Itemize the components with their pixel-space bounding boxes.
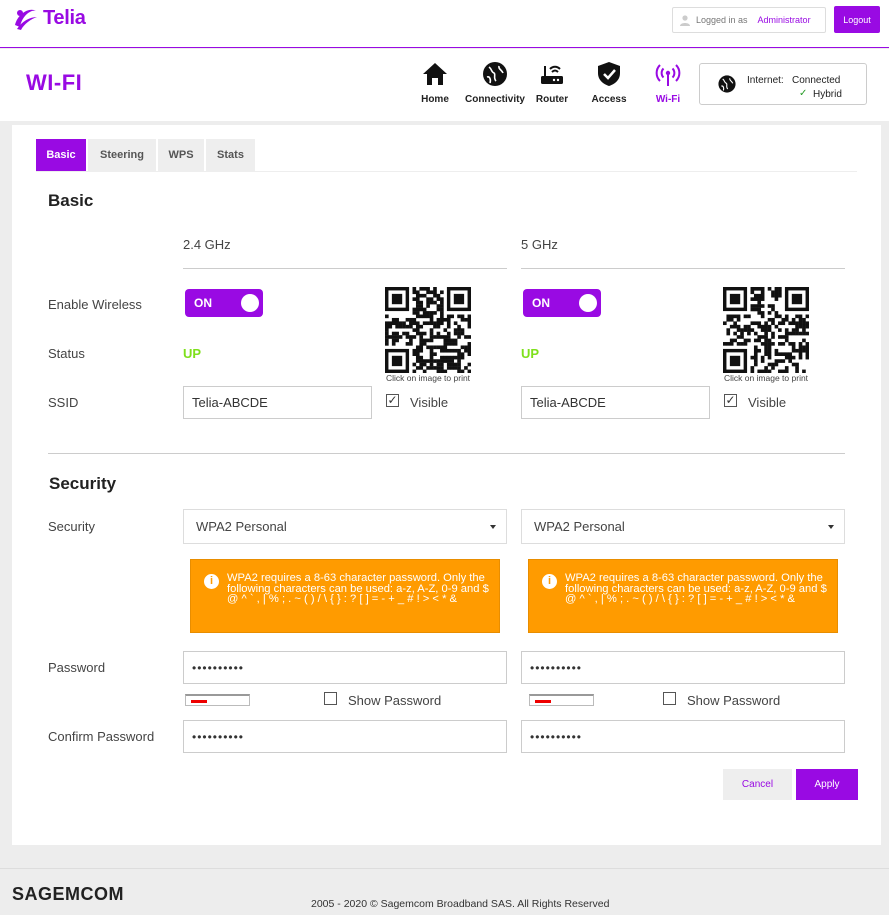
logged-in-label: Logged in as	[696, 15, 748, 25]
strength-fill	[191, 700, 207, 703]
status-value-5: UP	[521, 346, 540, 361]
shield-icon	[598, 62, 620, 86]
nav-wifi-label: Wi-Fi	[655, 94, 681, 105]
nav-access[interactable]: Access	[586, 60, 632, 110]
qr-caption-24: Click on image to print	[385, 373, 471, 383]
confirm-password-input-24[interactable]: ••••••••••	[183, 720, 507, 753]
nav-connectivity[interactable]: Connectivity	[462, 60, 528, 110]
home-icon	[423, 63, 447, 85]
nav-home[interactable]: Home	[410, 60, 460, 110]
telia-logo-icon	[15, 9, 37, 30]
ssid-input-24[interactable]: Telia-ABCDE	[183, 386, 372, 419]
telia-logo[interactable]: Telia	[12, 5, 86, 32]
footer-divider	[0, 868, 889, 869]
warning-text: WPA2 requires a 8-63 character password.…	[565, 572, 827, 605]
wifi-icon	[655, 64, 681, 86]
show-password-checkbox-5[interactable]	[663, 692, 676, 705]
confirm-password-input-5[interactable]: ••••••••••	[521, 720, 845, 753]
internet-status: Internet: Connected ✓ Hybrid	[699, 63, 867, 105]
toggle-knob	[579, 294, 597, 312]
visible-checkbox-24[interactable]: ✓	[386, 394, 399, 407]
enable-wireless-label: Enable Wireless	[48, 297, 142, 312]
ssid-input-5[interactable]: Telia-ABCDE	[521, 386, 710, 419]
apply-button[interactable]: Apply	[796, 769, 858, 800]
status-label: Status	[48, 346, 85, 361]
caret-down-icon	[828, 525, 834, 529]
visible-checkbox-5[interactable]: ✓	[724, 394, 737, 407]
nav-connectivity-label: Connectivity	[464, 94, 525, 105]
password-warning-5: i WPA2 requires a 8-63 character passwor…	[528, 559, 838, 633]
user-icon	[680, 15, 690, 26]
show-password-label-5: Show Password	[687, 693, 781, 708]
show-password-checkbox-24[interactable]	[324, 692, 337, 705]
visible-label-24: Visible	[410, 395, 449, 410]
internet-label: Internet:	[747, 75, 784, 86]
login-status: Logged in as Administrator	[672, 7, 826, 33]
strength-fill	[535, 700, 551, 703]
cancel-button[interactable]: Cancel	[723, 769, 792, 800]
tab-basic[interactable]: Basic	[36, 139, 86, 171]
qr-code-24[interactable]	[385, 287, 471, 373]
ssid-label: SSID	[48, 395, 79, 410]
tab-wps[interactable]: WPS	[158, 139, 204, 171]
visible-label-5: Visible	[748, 395, 787, 410]
nav-router-label: Router	[535, 94, 569, 105]
security-select-24[interactable]: WPA2 Personal	[183, 509, 507, 544]
toggle-knob	[241, 294, 259, 312]
info-icon: i	[542, 574, 557, 589]
page-title: WI-FI	[26, 70, 83, 95]
band-divider-24	[183, 268, 507, 269]
section-divider	[48, 453, 845, 454]
caret-down-icon	[490, 525, 496, 529]
password-strength-5	[529, 694, 594, 706]
copyright-text: 2005 - 2020 © Sagemcom Broadband SAS. Al…	[311, 898, 610, 910]
password-input-24[interactable]: ••••••••••	[183, 651, 507, 684]
show-password-label-24: Show Password	[348, 693, 442, 708]
confirm-password-label: Confirm Password	[48, 729, 155, 744]
basic-section-title: Basic	[48, 191, 94, 210]
status-value-24: UP	[183, 346, 202, 361]
tab-steering[interactable]: Steering	[88, 139, 156, 171]
password-input-5[interactable]: ••••••••••	[521, 651, 845, 684]
password-warning-24: i WPA2 requires a 8-63 character passwor…	[190, 559, 500, 633]
nav-home-label: Home	[421, 94, 449, 105]
security-select-value: WPA2 Personal	[534, 519, 625, 534]
warning-text: WPA2 requires a 8-63 character password.…	[227, 572, 489, 605]
password-strength-24	[185, 694, 250, 706]
band-label-24: 2.4 GHz	[183, 237, 231, 252]
band-label-5: 5 GHz	[521, 237, 558, 252]
check-icon: ✓	[799, 88, 808, 99]
nav-wifi[interactable]: Wi-Fi	[646, 60, 690, 110]
qr-code-5[interactable]	[723, 287, 809, 373]
globe-icon	[718, 75, 736, 93]
sagemcom-logo: SAGEMCOM	[12, 884, 124, 904]
enable-wireless-toggle-24[interactable]: ON	[185, 289, 263, 317]
security-select-5[interactable]: WPA2 Personal	[521, 509, 845, 544]
brand-name: Telia	[43, 7, 86, 29]
router-icon	[541, 65, 563, 84]
info-icon: i	[204, 574, 219, 589]
tab-stats[interactable]: Stats	[206, 139, 255, 171]
security-section-title: Security	[49, 474, 117, 493]
qr-caption-5: Click on image to print	[723, 373, 809, 383]
user-name: Administrator	[757, 15, 811, 25]
logout-button[interactable]: Logout	[834, 6, 880, 33]
enable-wireless-toggle-5[interactable]: ON	[523, 289, 601, 317]
tab-divider	[36, 171, 857, 172]
nav-router[interactable]: Router	[530, 60, 574, 110]
toggle-state: ON	[532, 296, 550, 310]
internet-state: Connected	[792, 75, 841, 86]
security-select-value: WPA2 Personal	[196, 519, 287, 534]
band-divider-5	[521, 268, 845, 269]
toggle-state: ON	[194, 296, 212, 310]
internet-mode: Hybrid	[813, 89, 842, 100]
password-label: Password	[48, 660, 106, 675]
globe-icon	[483, 62, 507, 86]
security-label: Security	[48, 519, 95, 534]
nav-access-label: Access	[591, 94, 627, 105]
